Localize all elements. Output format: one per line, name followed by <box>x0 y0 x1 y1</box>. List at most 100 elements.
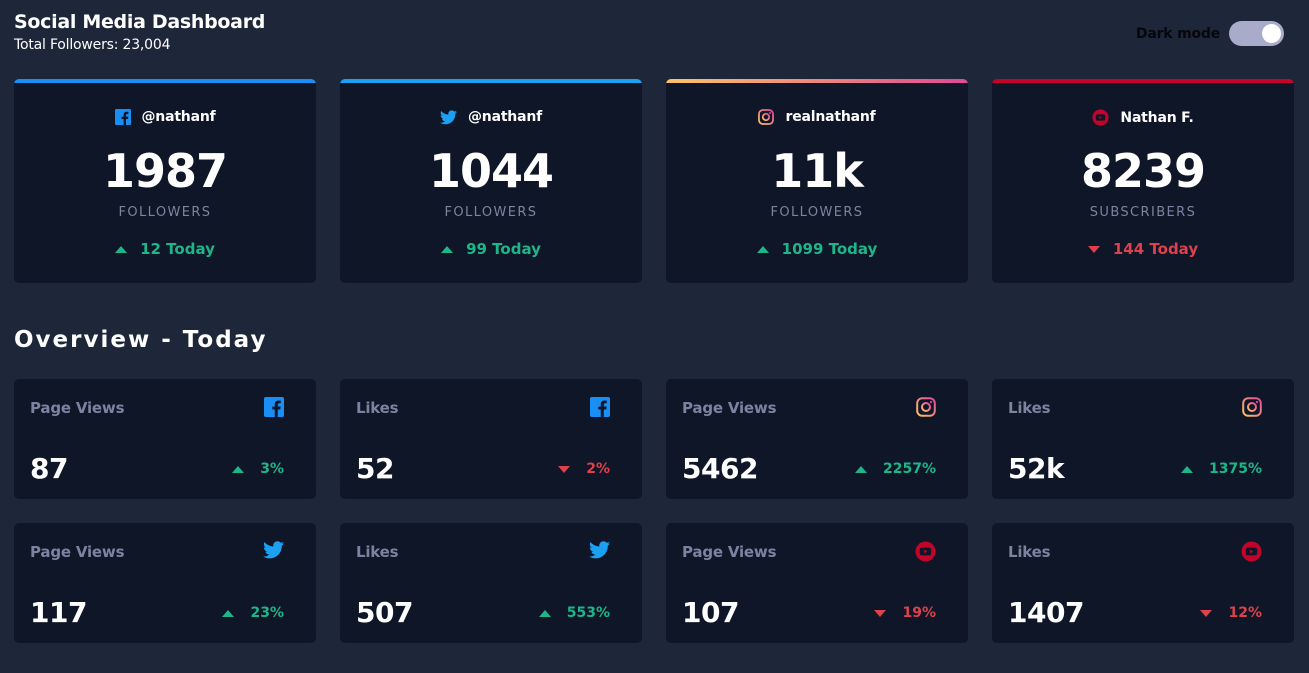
card-delta-text: 144 Today <box>1112 240 1199 258</box>
card-delta-text: 1099 Today <box>781 240 878 258</box>
card-count: 11k <box>771 144 864 198</box>
overview-label: Page Views <box>30 543 125 561</box>
overview-delta: 553% <box>538 605 610 621</box>
card-delta: 1099 Today <box>666 240 968 258</box>
card-accent-strip <box>666 79 968 83</box>
card-delta-text: 12 Today <box>140 240 215 258</box>
facebook-icon <box>264 397 284 417</box>
overview-delta-text: 2% <box>586 461 610 477</box>
overview-delta: 1375% <box>1181 461 1262 477</box>
card-count: 1044 <box>428 144 554 198</box>
overview-label: Page Views <box>30 399 125 417</box>
card-kind: FOLLOWERS <box>118 205 212 220</box>
up-arrow-icon <box>232 465 245 473</box>
overview-value: 507 <box>356 596 413 629</box>
overview-card-facebook-likes[interactable]: Likes 52 2% <box>340 379 642 499</box>
overview-delta-text: 2257% <box>883 461 936 477</box>
card-count: 8239 <box>1080 144 1206 198</box>
card-delta-text: 99 Today <box>466 240 541 258</box>
card-count: 1987 <box>102 144 228 198</box>
overview-label: Likes <box>356 543 399 561</box>
card-handle: realnathanf <box>785 109 876 125</box>
up-arrow-icon <box>538 609 551 617</box>
card-twitter[interactable]: @nathanf 1044 FOLLOWERS 99 Today <box>340 79 642 283</box>
card-accent-strip <box>14 79 316 83</box>
card-facebook[interactable]: @nathanf 1987 FOLLOWERS 12 Today <box>14 79 316 283</box>
overview-delta-text: 12% <box>1228 605 1262 621</box>
twitter-icon <box>440 109 457 125</box>
overview-delta-text: 23% <box>250 605 284 621</box>
up-arrow-icon <box>441 245 454 253</box>
overview-delta-text: 3% <box>260 461 284 477</box>
card-kind: FOLLOWERS <box>770 205 864 220</box>
overview-value: 5462 <box>682 452 758 485</box>
overview-card-instagram-page-views[interactable]: Page Views 5462 2257% <box>666 379 968 499</box>
down-arrow-icon <box>874 609 887 617</box>
card-header: @nathanf <box>340 109 642 125</box>
overview-delta-text: 553% <box>566 605 610 621</box>
card-header: @nathanf <box>14 109 316 125</box>
instagram-icon <box>758 109 775 125</box>
youtube-icon <box>915 541 936 562</box>
overview-card-twitter-likes[interactable]: Likes 507 553% <box>340 523 642 643</box>
instagram-icon <box>1242 397 1262 417</box>
overview-value: 1407 <box>1008 596 1084 629</box>
overview-value: 87 <box>30 452 68 485</box>
overview-value: 52 <box>356 452 394 485</box>
overview-delta: 19% <box>874 605 936 621</box>
twitter-icon <box>263 541 284 559</box>
overview-card-facebook-page-views[interactable]: Page Views 87 3% <box>14 379 316 499</box>
youtube-icon <box>1241 541 1262 562</box>
up-arrow-icon <box>855 465 867 473</box>
card-accent-strip <box>340 79 642 83</box>
card-handle: Nathan F. <box>1120 109 1194 126</box>
overview-label: Likes <box>356 399 399 417</box>
facebook-icon <box>590 397 610 417</box>
up-arrow-icon <box>222 609 235 617</box>
card-handle: @nathanf <box>141 109 216 125</box>
card-kind: FOLLOWERS <box>444 205 538 220</box>
overview-delta: 23% <box>222 605 284 621</box>
overview-label: Likes <box>1008 543 1051 561</box>
overview-card-youtube-page-views[interactable]: Page Views 107 19% <box>666 523 968 643</box>
down-arrow-icon <box>558 465 571 473</box>
overview-delta: 2257% <box>855 461 936 477</box>
overview-label: Page Views <box>682 543 777 561</box>
dark-mode-control: Dark mode <box>1136 21 1284 46</box>
overview-card-instagram-likes[interactable]: Likes 52k 1375% <box>992 379 1294 499</box>
up-arrow-icon <box>756 245 769 253</box>
card-delta: 144 Today <box>992 240 1294 258</box>
overview-value: 52k <box>1008 452 1065 485</box>
page-header: Social Media Dashboard Total Followers: … <box>14 11 265 53</box>
card-kind: SUBSCRIBERS <box>1089 205 1197 220</box>
card-header: Nathan F. <box>992 109 1294 126</box>
card-youtube[interactable]: Nathan F. 8239 SUBSCRIBERS 144 Today <box>992 79 1294 283</box>
twitter-icon <box>589 541 610 559</box>
overview-value: 107 <box>682 596 739 629</box>
up-arrow-icon <box>115 245 128 253</box>
facebook-icon <box>114 109 131 125</box>
card-instagram[interactable]: realnathanf 11k FOLLOWERS 1099 Today <box>666 79 968 283</box>
dark-mode-label: Dark mode <box>1135 25 1220 42</box>
card-accent-strip <box>992 79 1294 83</box>
overview-label: Page Views <box>682 399 777 417</box>
overview-delta: 12% <box>1200 605 1262 621</box>
overview-delta: 3% <box>232 461 284 477</box>
overview-label: Likes <box>1008 399 1051 417</box>
card-delta: 99 Today <box>340 240 642 258</box>
card-header: realnathanf <box>666 109 968 125</box>
overview-card-twitter-page-views[interactable]: Page Views 117 23% <box>14 523 316 643</box>
down-arrow-icon <box>1200 609 1213 617</box>
overview-card-youtube-likes[interactable]: Likes 1407 12% <box>992 523 1294 643</box>
overview-delta-text: 1375% <box>1209 461 1262 477</box>
card-handle: @nathanf <box>468 109 542 125</box>
total-followers: Total Followers: 23,004 <box>14 37 171 53</box>
up-arrow-icon <box>1181 465 1193 473</box>
overview-value: 117 <box>30 596 87 629</box>
card-delta: 12 Today <box>14 240 316 258</box>
overview-delta: 2% <box>558 461 610 477</box>
overview-title: Overview - Today <box>14 327 268 353</box>
toggle-knob <box>1262 24 1281 43</box>
youtube-icon <box>1092 109 1109 126</box>
dark-mode-toggle[interactable] <box>1229 21 1284 46</box>
